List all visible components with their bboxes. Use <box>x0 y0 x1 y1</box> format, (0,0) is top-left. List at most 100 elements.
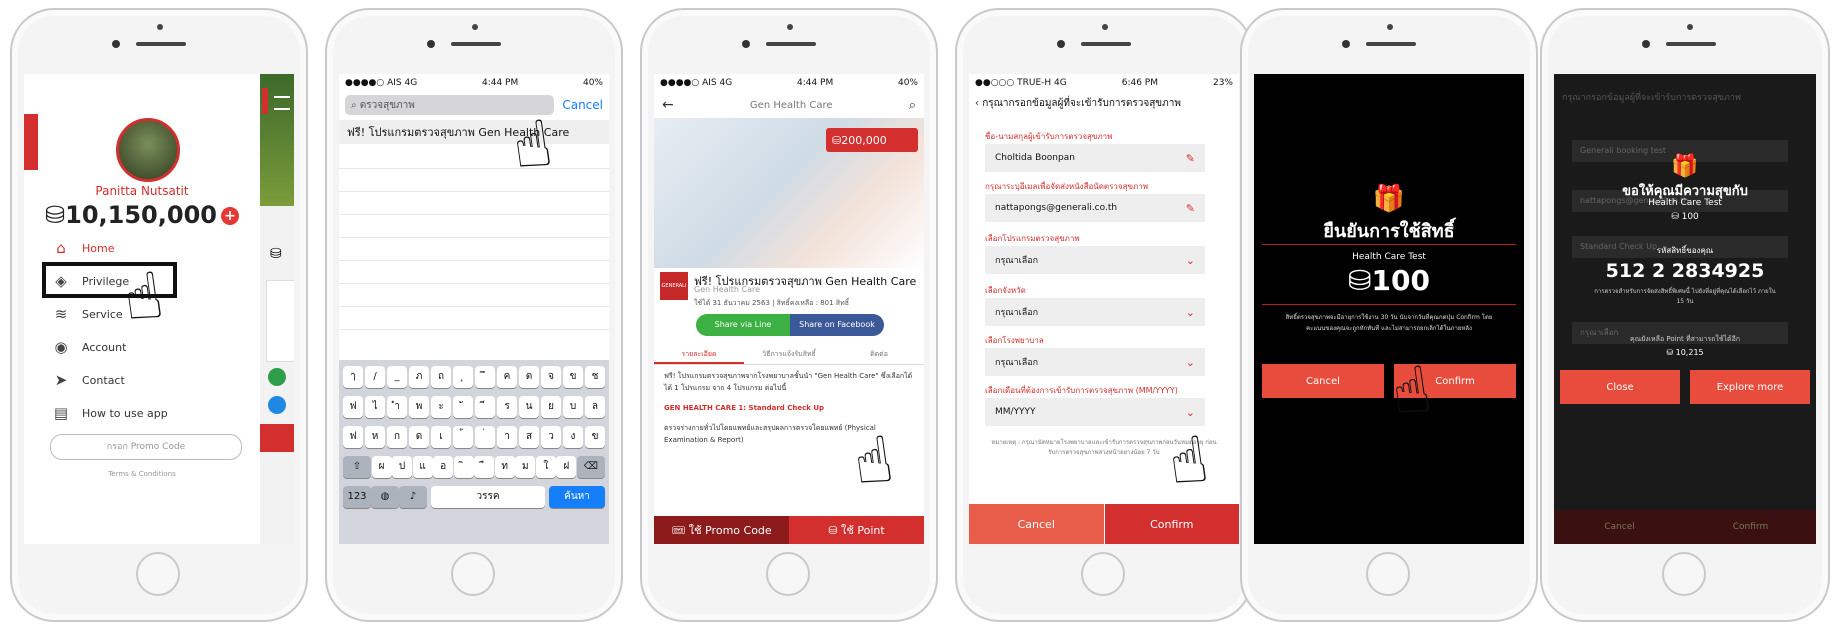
space-key[interactable]: วรรค <box>431 486 545 508</box>
keyboard-key[interactable]: ต <box>519 366 539 388</box>
shift-icon[interactable]: ⇧ <box>343 456 371 478</box>
home-button[interactable] <box>1662 552 1706 596</box>
search-result-item[interactable]: ฟรี! โปรแกรมตรวจสุขภาพ Gen Health Care <box>339 120 609 144</box>
keyboard-key[interactable]: ี <box>475 396 495 418</box>
name-field[interactable]: Choltida Boonpan ✎ <box>985 144 1205 172</box>
backspace-icon[interactable]: ⌫ <box>576 456 605 478</box>
keyboard-key[interactable]: ก <box>387 426 407 448</box>
dialog-title: ยืนยันการใช้สิทธิ์ <box>1323 221 1455 242</box>
keyboard-key[interactable]: ด <box>409 426 429 448</box>
battery-label: 40% <box>582 78 603 88</box>
home-button[interactable] <box>451 552 495 596</box>
keyboard-key[interactable]: ม <box>515 456 536 478</box>
keyboard-key[interactable]: _ <box>387 366 407 388</box>
keyboard-key[interactable]: ำ <box>387 396 407 418</box>
keyboard-key[interactable]: ฟ <box>343 396 363 418</box>
confirm-button[interactable]: Confirm <box>1103 504 1239 544</box>
keyboard-key[interactable]: ท <box>494 456 515 478</box>
microphone-icon[interactable]: ♪ <box>399 486 427 508</box>
add-points-button[interactable]: + <box>220 207 239 225</box>
keyboard-key[interactable]: ร <box>497 396 517 418</box>
background-page-peek[interactable]: ⛁ <box>260 74 294 544</box>
keyboard-key[interactable]: ฟ <box>343 426 363 448</box>
keyboard-key[interactable]: า <box>497 426 517 448</box>
keyboard-key[interactable]: ุ <box>453 366 473 388</box>
menu-item-home[interactable]: ⌂ Home <box>50 236 240 260</box>
field-label: เลือกจังหวัด <box>985 286 1026 295</box>
keyboard-key[interactable]: ผ <box>371 456 392 478</box>
keyboard-key[interactable]: / <box>365 366 385 388</box>
keyboard-key[interactable]: ่ <box>475 426 495 448</box>
keyboard-key[interactable]: บ <box>563 396 583 418</box>
keyboard-key[interactable]: ป <box>392 456 413 478</box>
cancel-button[interactable]: Cancel <box>969 504 1104 544</box>
keyboard-key[interactable]: ข <box>563 366 583 388</box>
terms-link[interactable]: Terms & Conditions <box>24 470 260 478</box>
keyboard-key[interactable]: อ <box>433 456 454 478</box>
keyboard-key[interactable]: น <box>519 396 539 418</box>
cancel-button[interactable]: Cancel <box>562 98 603 112</box>
use-promo-code-button[interactable]: 🎟 ใช้ Promo Code <box>654 516 789 544</box>
keyboard-key[interactable]: ้ <box>453 426 473 448</box>
explore-more-button[interactable]: Explore more <box>1690 370 1810 404</box>
keyboard-key[interactable]: ื <box>474 456 495 478</box>
edit-pencil-icon: ✎ <box>1185 151 1195 165</box>
keyboard-key[interactable]: ว <box>541 426 561 448</box>
keyboard-key[interactable]: ค <box>497 366 517 388</box>
keyboard-key[interactable]: แ <box>412 456 433 478</box>
keyboard-key[interactable]: ส <box>519 426 539 448</box>
back-arrow-icon[interactable]: ← <box>662 97 674 113</box>
home-button[interactable] <box>766 552 810 596</box>
search-key[interactable]: ค้นหา <box>549 486 605 508</box>
keyboard-key[interactable]: เ <box>431 426 451 448</box>
remaining-points: ⛁ 10,215 <box>1666 348 1704 357</box>
keyboard-key[interactable]: ถ <box>431 366 451 388</box>
menu-item-contact[interactable]: ➤ Contact <box>50 368 240 392</box>
keyboard-key[interactable]: ช <box>585 366 605 388</box>
points-balance: ⛁10,150,000 + <box>24 201 260 229</box>
hospital-select[interactable]: กรุณาเลือก ⌄ <box>985 348 1205 376</box>
program-select[interactable]: กรุณาเลือก ⌄ <box>985 246 1205 274</box>
keyboard-key[interactable]: ะ <box>431 396 451 418</box>
home-button[interactable] <box>136 552 180 596</box>
keyboard-key[interactable]: ิ <box>453 456 474 478</box>
keyboard-key[interactable]: ย <box>541 396 561 418</box>
keyboard-key[interactable]: จ <box>541 366 561 388</box>
chevron-down-icon: ⌄ <box>1185 253 1195 267</box>
numbers-key[interactable]: 123 <box>343 486 371 508</box>
keyboard-key[interactable]: พ <box>409 396 429 418</box>
close-button[interactable]: Close <box>1560 370 1680 404</box>
tab-details[interactable]: รายละเอียด <box>654 344 744 364</box>
keyboard-key[interactable]: ั <box>453 396 473 418</box>
use-point-button[interactable]: ⛁ ใช้ Point <box>789 516 924 544</box>
avatar[interactable] <box>116 118 180 182</box>
province-select[interactable]: กรุณาเลือก ⌄ <box>985 298 1205 326</box>
status-bar: ●●●●○ AIS 4G 4:44 PM 40% <box>654 74 924 92</box>
cancel-button[interactable]: Cancel <box>1262 364 1384 398</box>
search-icon[interactable]: ⌕ <box>909 98 916 113</box>
promo-code-input[interactable]: กรอก Promo Code <box>50 434 242 460</box>
keyboard-key[interactable]: ข <box>585 426 605 448</box>
keyboard-key[interactable]: ห <box>365 426 385 448</box>
keyboard-key[interactable]: ๅ <box>343 366 363 388</box>
keyboard-key[interactable]: ึ <box>475 366 495 388</box>
tab-how-to-redeem[interactable]: วิธีการแจ้งรับสิทธิ์ <box>744 344 834 364</box>
hamburger-icon[interactable] <box>274 96 290 110</box>
share-facebook-button[interactable]: Share on Facebook <box>790 314 884 336</box>
month-select[interactable]: MM/YYYY ⌄ <box>985 398 1205 426</box>
menu-item-account[interactable]: ◉ Account <box>50 335 240 359</box>
email-field[interactable]: nattapongs@generali.co.th ✎ <box>985 194 1205 222</box>
keyboard-key[interactable]: ภ <box>409 366 429 388</box>
menu-item-how-to[interactable]: ▤ How to use app <box>50 401 240 425</box>
globe-icon[interactable]: ◍ <box>371 486 399 508</box>
keyboard-key[interactable]: ง <box>563 426 583 448</box>
keyboard-key[interactable]: ล <box>585 396 605 418</box>
keyboard-key[interactable]: ใ <box>535 456 556 478</box>
tab-contact[interactable]: ติดต่อ <box>834 344 924 364</box>
share-line-button[interactable]: Share via Line <box>696 314 790 336</box>
menu-label: Service <box>82 307 123 321</box>
home-button[interactable] <box>1081 552 1125 596</box>
home-button[interactable] <box>1366 552 1410 596</box>
keyboard-key[interactable]: ไ <box>365 396 385 418</box>
keyboard-key[interactable]: ฝ <box>556 456 577 478</box>
